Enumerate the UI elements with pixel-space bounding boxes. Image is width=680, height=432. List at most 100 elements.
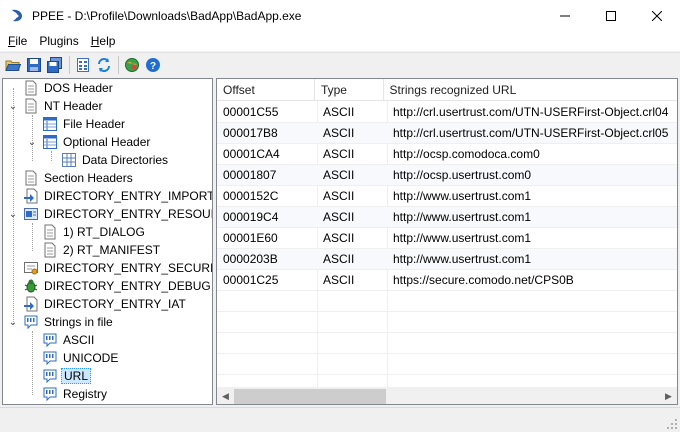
menu-plugins[interactable]: Plugins	[33, 34, 84, 48]
empty-row	[217, 333, 677, 354]
status-bar	[0, 407, 680, 432]
minimize-button[interactable]	[542, 0, 588, 31]
tree-item-strings-in-file[interactable]: Strings in file	[23, 313, 115, 331]
cell-offset: 00001C55	[223, 105, 279, 119]
save-button[interactable]	[24, 55, 43, 74]
table-row[interactable]: 00001807 ASCII http://ocsp.usertrust.com…	[217, 165, 677, 186]
empty-row	[217, 291, 677, 312]
open-button[interactable]	[3, 55, 22, 74]
cell-offset: 00001807	[223, 168, 277, 182]
table-row[interactable]: 00001C25 ASCII https://secure.comodo.net…	[217, 270, 677, 291]
strings-icon	[43, 351, 57, 366]
column-header-url[interactable]: Strings recognized URL	[384, 79, 677, 101]
tree-connector	[32, 223, 33, 251]
help-button[interactable]: ?	[143, 55, 162, 74]
tree-item-directory-entry-resource[interactable]: DIRECTORY_ENTRY_RESOURCE	[23, 205, 212, 223]
column-header-type[interactable]: Type	[315, 79, 384, 101]
tree-item-ascii[interactable]: ASCII	[42, 331, 96, 349]
table-icon	[43, 135, 57, 149]
cell-offset: 00001E60	[223, 231, 278, 245]
title-bar: PPEE - D:\Profile\Downloads\BadApp\BadAp…	[0, 0, 680, 31]
cell-url: http://www.usertrust.com1	[393, 252, 532, 266]
close-icon	[652, 10, 662, 21]
table-row[interactable]: 00001E60 ASCII http://www.usertrust.com1	[217, 228, 677, 249]
tree-item-directory-entry-security[interactable]: DIRECTORY_ENTRY_SECURITY	[23, 259, 212, 277]
strings-list-view[interactable]: Offset Type Strings recognized URL 00001…	[216, 78, 678, 405]
scroll-left-icon[interactable]: ◀	[217, 388, 234, 404]
svg-text:?: ?	[149, 61, 155, 72]
cell-url: http://www.usertrust.com1	[393, 210, 532, 224]
refresh-icon	[97, 57, 110, 72]
tree-item-file-header[interactable]: File Header	[42, 115, 127, 133]
plugins-globe-icon	[124, 57, 139, 72]
cell-type: ASCII	[323, 252, 355, 266]
table-row[interactable]: 0000152C ASCII http://www.usertrust.com1	[217, 186, 677, 207]
import-icon	[24, 188, 38, 204]
cell-url: http://ocsp.usertrust.com0	[393, 168, 532, 182]
cell-url: http://www.usertrust.com1	[393, 231, 532, 245]
tree-item-nt-header[interactable]: NT Header	[23, 97, 104, 115]
tree-item-optional-header[interactable]: Optional Header	[42, 133, 152, 151]
table-row[interactable]: 000019C4 ASCII http://www.usertrust.com1	[217, 207, 677, 228]
cell-url: http://www.usertrust.com1	[393, 189, 532, 203]
tree-item-directory-entry-debug[interactable]: DIRECTORY_ENTRY_DEBUG	[23, 277, 212, 295]
document-icon	[44, 224, 56, 240]
cell-type: ASCII	[323, 126, 355, 140]
tree-item-section-headers[interactable]: Section Headers	[23, 169, 135, 187]
menu-help[interactable]: Help	[85, 34, 122, 48]
minimize-icon	[560, 15, 570, 16]
tree-item-url[interactable]: URL	[42, 367, 92, 385]
cell-url: https://secure.comodo.net/CPS0B	[393, 273, 574, 287]
toolbar-separator	[69, 55, 70, 74]
toolbar-separator	[118, 55, 119, 74]
tree-item-registry[interactable]: Registry	[42, 385, 109, 403]
window-title: PPEE - D:\Profile\Downloads\BadApp\BadAp…	[32, 8, 302, 23]
plugins-button[interactable]	[122, 55, 141, 74]
cell-type: ASCII	[323, 147, 355, 161]
resize-grip-icon[interactable]	[666, 418, 678, 430]
save-icon	[26, 57, 41, 72]
chevron-down-icon[interactable]: ⌄	[8, 317, 18, 328]
strings-icon	[43, 387, 57, 402]
tree-connector	[13, 88, 14, 324]
tree-item-dos-header[interactable]: DOS Header	[23, 79, 115, 97]
cell-type: ASCII	[323, 105, 355, 119]
cell-type: ASCII	[323, 273, 355, 287]
cell-type: ASCII	[323, 210, 355, 224]
save-all-button[interactable]	[45, 55, 64, 74]
tree-item-directory-entry-import[interactable]: DIRECTORY_ENTRY_IMPORT	[23, 187, 212, 205]
hex-view-button[interactable]	[73, 55, 92, 74]
tree-item-rt-manifest[interactable]: 2) RT_MANIFEST	[42, 241, 162, 259]
maximize-button[interactable]	[588, 0, 634, 31]
close-button[interactable]	[634, 0, 680, 31]
table-row[interactable]: 000017B8 ASCII http://crl.usertrust.com/…	[217, 123, 677, 144]
horizontal-scrollbar[interactable]: ◀ ▶	[217, 387, 677, 404]
tree-item-directory-entry-iat[interactable]: DIRECTORY_ENTRY_IAT	[23, 295, 188, 313]
table-row[interactable]: 00001C55 ASCII http://crl.usertrust.com/…	[217, 102, 677, 123]
pe-structure-tree[interactable]: DOS Header ⌄ NT Header File Header ⌄ Opt…	[2, 78, 213, 405]
tree-item-unicode[interactable]: UNICODE	[42, 349, 120, 367]
menu-file[interactable]: File	[2, 34, 33, 48]
chevron-down-icon[interactable]: ⌄	[8, 209, 18, 220]
empty-row	[217, 354, 677, 375]
tree-item-data-directories[interactable]: Data Directories	[61, 151, 170, 169]
scroll-right-icon[interactable]: ▶	[660, 388, 677, 404]
refresh-button[interactable]	[94, 55, 113, 74]
cell-url: http://ocsp.comodoca.com0	[393, 147, 540, 161]
tree-connector	[32, 331, 33, 395]
document-icon	[25, 80, 37, 96]
cell-offset: 00001C25	[223, 273, 279, 287]
import-icon	[24, 296, 38, 312]
document-icon	[44, 242, 56, 258]
scrollbar-thumb[interactable]	[234, 389, 386, 404]
table-row[interactable]: 0000203B ASCII http://www.usertrust.com1	[217, 249, 677, 270]
document-icon	[25, 170, 37, 186]
menu-bar: File Plugins Help	[0, 31, 680, 51]
tree-item-rt-dialog[interactable]: 1) RT_DIALOG	[42, 223, 147, 241]
column-header-offset[interactable]: Offset	[217, 79, 315, 101]
resource-icon	[24, 208, 38, 220]
chevron-down-icon[interactable]: ⌄	[27, 137, 37, 148]
table-row[interactable]: 00001CA4 ASCII http://ocsp.comodoca.com0	[217, 144, 677, 165]
cell-type: ASCII	[323, 168, 355, 182]
chevron-down-icon[interactable]: ⌄	[8, 101, 18, 112]
